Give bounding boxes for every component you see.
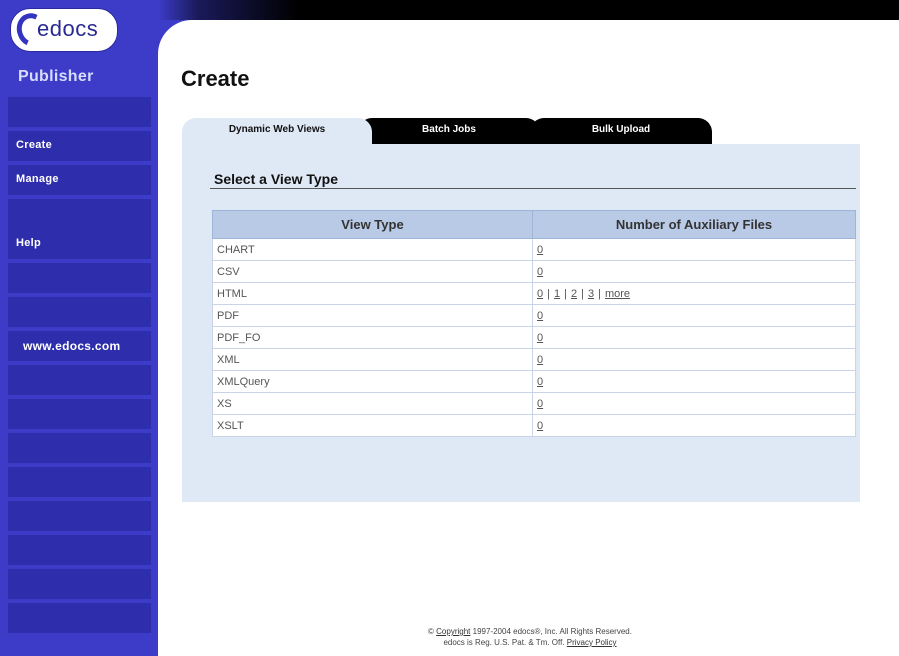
table-row: CSV 0	[212, 260, 856, 283]
table-row: XMLQuery 0	[212, 370, 856, 393]
sidebar-spacer	[8, 467, 151, 497]
sidebar-item-label: Create	[16, 139, 53, 151]
aux-files-cell: 0	[532, 260, 856, 283]
table-row: XS 0	[212, 392, 856, 415]
column-header-aux-files: Number of Auxiliary Files	[532, 210, 856, 239]
view-type-cell: XMLQuery	[212, 370, 533, 393]
aux-files-cell: 0	[532, 348, 856, 371]
copyright-text: 1997-2004 edocs®, Inc. All Rights Reserv…	[472, 627, 632, 636]
sidebar-spacer	[8, 97, 151, 127]
aux-files-more-link[interactable]: more	[605, 288, 630, 300]
table-header-row: View Type Number of Auxiliary Files	[212, 210, 856, 239]
trademark-text: edocs is Reg. U.S. Pat. & Tm. Off.	[443, 638, 565, 647]
link-separator: |	[547, 287, 550, 300]
view-type-table: View Type Number of Auxiliary Files CHAR…	[212, 210, 856, 437]
copyright-link[interactable]: Copyright	[436, 627, 470, 636]
sidebar-item-manage[interactable]: Manage	[8, 165, 151, 195]
sidebar-spacer	[8, 399, 151, 429]
tab-batch-jobs[interactable]: Batch Jobs	[358, 118, 540, 146]
section-divider	[210, 188, 856, 189]
sidebar-spacer	[8, 603, 151, 633]
table-row: CHART 0	[212, 238, 856, 261]
aux-files-count-link[interactable]: 0	[537, 398, 543, 410]
table-row: XML 0	[212, 348, 856, 371]
edocs-logo[interactable]: edocs	[10, 8, 118, 52]
aux-files-count-link[interactable]: 3	[588, 288, 594, 300]
aux-files-count-link[interactable]: 0	[537, 310, 543, 322]
sidebar-item-help[interactable]: Help	[8, 229, 151, 259]
table-row: XSLT 0	[212, 414, 856, 437]
tab-bulk-upload[interactable]: Bulk Upload	[530, 118, 712, 146]
tab-dynamic-web-views[interactable]: Dynamic Web Views	[182, 118, 372, 146]
footer-line-1: © Copyright 1997-2004 edocs®, Inc. All R…	[428, 627, 632, 636]
sidebar-spacer	[8, 433, 151, 463]
link-separator: |	[564, 287, 567, 300]
sidebar-item-label: www.edocs.com	[23, 339, 121, 353]
aux-files-cell: 0	[532, 238, 856, 261]
page-title: Create	[181, 66, 250, 91]
aux-files-count-link[interactable]: 0	[537, 420, 543, 432]
sidebar-spacer	[8, 569, 151, 599]
view-type-cell: CSV	[212, 260, 533, 283]
view-type-cell: HTML	[212, 282, 533, 305]
aux-files-count-link[interactable]: 0	[537, 266, 543, 278]
sidebar-item-label: Manage	[16, 173, 59, 185]
view-type-cell: PDF	[212, 304, 533, 327]
view-type-cell: XSLT	[212, 414, 533, 437]
aux-files-cell: 0	[532, 414, 856, 437]
sidebar-item-website[interactable]: www.edocs.com	[8, 331, 151, 361]
sidebar-item-create[interactable]: Create	[8, 131, 151, 161]
section-title: Select a View Type	[214, 171, 338, 187]
sidebar-spacer	[8, 199, 151, 229]
view-type-cell: XS	[212, 392, 533, 415]
table-row: HTML 0 | 1 | 2 | 3 | more	[212, 282, 856, 305]
sidebar: edocs Publisher Create Manage Help www.e…	[0, 0, 158, 656]
privacy-policy-link[interactable]: Privacy Policy	[567, 638, 617, 647]
aux-files-cell: 0	[532, 370, 856, 393]
aux-files-count-link[interactable]: 0	[537, 332, 543, 344]
table-row: PDF 0	[212, 304, 856, 327]
view-type-cell: PDF_FO	[212, 326, 533, 349]
column-header-view-type: View Type	[212, 210, 533, 239]
product-name: Publisher	[18, 68, 94, 85]
link-separator: |	[581, 287, 584, 300]
aux-files-count-link[interactable]: 0	[537, 244, 543, 256]
aux-files-count-link[interactable]: 0	[537, 376, 543, 388]
tab-panel: Select a View Type View Type Number of A…	[182, 144, 860, 502]
aux-files-count-link[interactable]: 1	[554, 288, 560, 300]
table-row: PDF_FO 0	[212, 326, 856, 349]
logo-text: edocs	[37, 16, 99, 41]
aux-files-cell: 0	[532, 392, 856, 415]
aux-files-cell: 0	[532, 304, 856, 327]
link-separator: |	[598, 287, 601, 300]
sidebar-item-label: Help	[16, 237, 42, 249]
sidebar-spacer	[8, 365, 151, 395]
footer-line-2: edocs is Reg. U.S. Pat. & Tm. Off. Priva…	[330, 637, 730, 648]
sidebar-spacer	[8, 297, 151, 327]
sidebar-spacer	[8, 263, 151, 293]
header-bar	[158, 0, 899, 20]
table-body: CHART 0 CSV 0 HTML 0 | 1 | 2 | 3 | more PDF 0 PDF_FO 0 XML…	[212, 238, 856, 437]
view-type-cell: CHART	[212, 238, 533, 261]
aux-files-cell: 0	[532, 326, 856, 349]
aux-files-count-link[interactable]: 0	[537, 354, 543, 366]
sidebar-spacer	[8, 535, 151, 565]
footer: © Copyright 1997-2004 edocs®, Inc. All R…	[330, 626, 730, 648]
sidebar-spacer	[8, 501, 151, 531]
aux-files-count-link[interactable]: 2	[571, 288, 577, 300]
aux-files-cell: 0 | 1 | 2 | 3 | more	[532, 282, 856, 305]
view-type-cell: XML	[212, 348, 533, 371]
aux-files-count-link[interactable]: 0	[537, 288, 543, 300]
